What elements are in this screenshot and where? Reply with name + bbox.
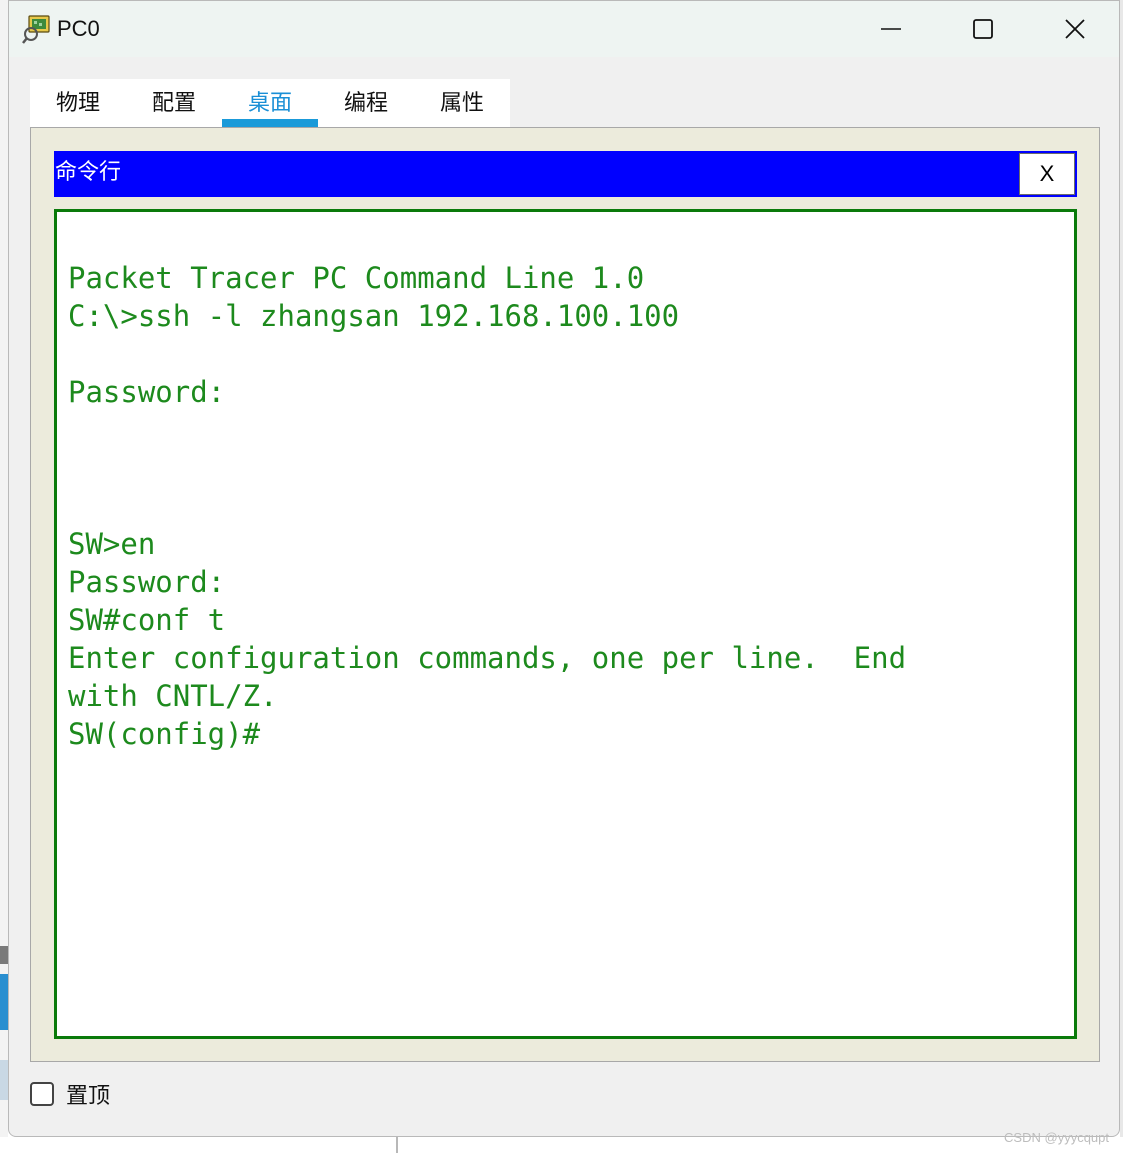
background-app-fragment bbox=[0, 1060, 8, 1100]
window-title: PC0 bbox=[57, 16, 100, 41]
minimize-icon bbox=[881, 28, 901, 30]
always-on-top-label: 置顶 bbox=[66, 1084, 111, 1109]
title-bar[interactable]: PC0 bbox=[9, 1, 1119, 57]
background-app-fragment bbox=[0, 974, 8, 1030]
screen: PC0 物理 配置 桌面 编程 属性 命令行 X Packet Tracer P… bbox=[0, 0, 1123, 1153]
terminal-text: Packet Tracer PC Command Line 1.0 C:\>ss… bbox=[68, 261, 907, 751]
always-on-top-row: 置顶 bbox=[30, 1079, 110, 1109]
command-prompt-title: 命令行 bbox=[55, 160, 122, 185]
watermark: CSDN @yyycqupt bbox=[1004, 1130, 1109, 1145]
minimize-button[interactable] bbox=[845, 1, 937, 57]
background-app-fragment bbox=[396, 1137, 398, 1153]
tab-physical[interactable]: 物理 bbox=[30, 79, 126, 127]
pc-app-icon bbox=[22, 15, 50, 44]
command-prompt-close-button[interactable]: X bbox=[1019, 153, 1075, 195]
maximize-icon bbox=[973, 19, 993, 39]
command-prompt-header: 命令行 X bbox=[54, 151, 1077, 197]
tab-attributes[interactable]: 属性 bbox=[414, 79, 510, 127]
tab-programming[interactable]: 编程 bbox=[318, 79, 414, 127]
background-app-edge bbox=[0, 1137, 1123, 1153]
desktop-panel: 命令行 X Packet Tracer PC Command Line 1.0 … bbox=[30, 127, 1100, 1062]
close-icon bbox=[1065, 19, 1085, 39]
close-window-button[interactable] bbox=[1029, 1, 1119, 57]
pc-window: PC0 物理 配置 桌面 编程 属性 命令行 X Packet Tracer P… bbox=[8, 0, 1120, 1137]
tab-config[interactable]: 配置 bbox=[126, 79, 222, 127]
terminal-output-area[interactable]: Packet Tracer PC Command Line 1.0 C:\>ss… bbox=[54, 209, 1077, 1039]
always-on-top-checkbox[interactable] bbox=[30, 1082, 54, 1106]
maximize-button[interactable] bbox=[937, 1, 1029, 57]
tab-bar: 物理 配置 桌面 编程 属性 bbox=[30, 79, 510, 127]
tab-desktop[interactable]: 桌面 bbox=[222, 79, 318, 127]
background-app-fragment bbox=[0, 946, 8, 964]
